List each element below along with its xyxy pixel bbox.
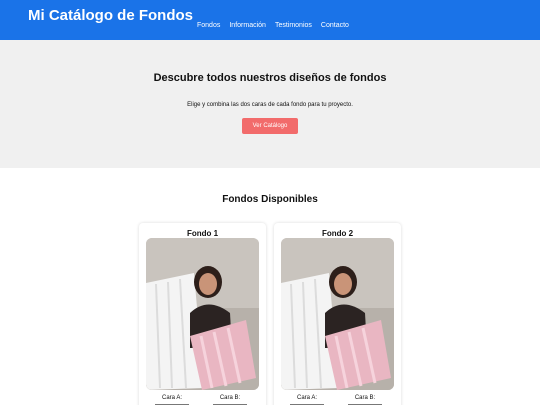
nav-testimonios[interactable]: Testimonios bbox=[275, 22, 312, 29]
main-nav: Fondos Información Testimonios Contacto bbox=[197, 22, 349, 29]
cara-a-label: Cara A: bbox=[296, 395, 317, 401]
hero-subtitle: Elige y combina las dos caras de cada fo… bbox=[187, 102, 353, 108]
card-title: Fondo 1 bbox=[186, 229, 219, 238]
brand-title[interactable]: Mi Catálogo de Fondos bbox=[28, 7, 193, 24]
section-title: Fondos Disponibles bbox=[222, 194, 318, 205]
product-card[interactable]: Fondo 2 Cara A: Cara B: bbox=[274, 223, 401, 405]
nav-contacto[interactable]: Contacto bbox=[321, 22, 349, 29]
catalog-button[interactable]: Ver Catálogo bbox=[242, 118, 298, 134]
cara-a-label: Cara A: bbox=[161, 395, 182, 401]
product-card[interactable]: Fondo 1 Cara A: Cara B: bbox=[139, 223, 266, 405]
cara-b-label: Cara B: bbox=[354, 395, 376, 401]
hero-title: Descubre todos nuestros diseños de fondo… bbox=[153, 72, 387, 84]
product-photo bbox=[146, 238, 259, 390]
site-header: Mi Catálogo de Fondos Fondos Información… bbox=[0, 0, 540, 40]
hero-section: Descubre todos nuestros diseños de fondo… bbox=[0, 40, 540, 168]
cara-b-label: Cara B: bbox=[219, 395, 241, 401]
card-title: Fondo 2 bbox=[321, 229, 354, 238]
nav-informacion[interactable]: Información bbox=[229, 22, 266, 29]
nav-fondos[interactable]: Fondos bbox=[197, 22, 220, 29]
product-photo bbox=[281, 238, 394, 390]
